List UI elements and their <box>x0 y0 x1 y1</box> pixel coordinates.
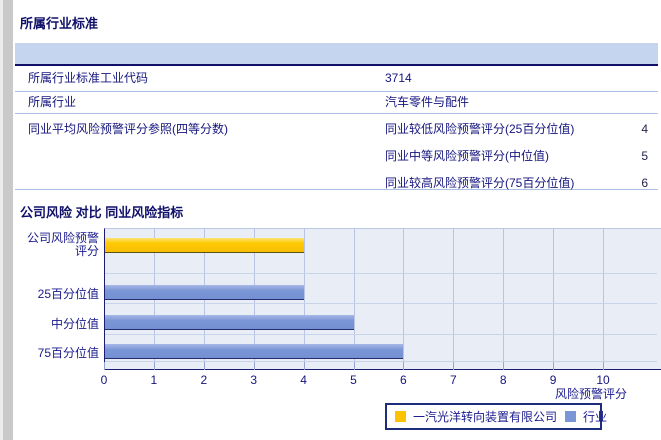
gridline <box>453 229 455 362</box>
x-tick-label: 0 <box>100 373 108 387</box>
legend-industry-label: 行业 <box>583 410 608 424</box>
axis-tick <box>303 362 305 370</box>
gridline <box>105 273 657 274</box>
risk-comparison-bar-chart: 公司风险预警评分 25百分位值 中分位值 75百分位值 风险预警评分 一汽光洋转… <box>0 0 661 440</box>
gridline <box>303 229 305 362</box>
gridline <box>553 229 555 362</box>
y-axis-label-median: 中分位值 <box>50 317 99 331</box>
chart-bar <box>105 285 304 300</box>
gridline <box>503 229 505 362</box>
x-tick-label: 7 <box>449 373 457 387</box>
legend-company-label: 一汽光洋转向装置有限公司 <box>413 410 558 424</box>
axis-tick <box>403 362 405 370</box>
axis-tick <box>153 362 155 370</box>
axis-tick <box>503 362 505 370</box>
x-tick-label: 8 <box>499 373 507 387</box>
chart-bar <box>105 238 304 253</box>
axis-tick <box>453 362 455 370</box>
axis-tick <box>253 362 255 370</box>
gridline <box>403 229 405 362</box>
gridline <box>603 229 604 362</box>
legend-company-swatch-icon <box>395 411 406 422</box>
gridline <box>105 361 657 362</box>
x-tick-label: 4 <box>300 373 307 387</box>
y-axis-label-company-score: 公司风险预警评分 <box>26 231 99 258</box>
gridline <box>105 334 657 335</box>
x-tick-label: 3 <box>250 373 258 387</box>
axis-tick <box>353 362 355 370</box>
gridline <box>353 229 355 362</box>
axis-tick <box>603 362 604 370</box>
x-tick-label: 1 <box>150 373 158 387</box>
chart-legend: 一汽光洋转向装置有限公司 行业 <box>385 403 607 430</box>
legend-industry-swatch-icon <box>565 411 577 422</box>
x-tick-label: 10 <box>596 373 610 387</box>
chart-bar <box>105 315 354 330</box>
axis-tick <box>104 362 105 370</box>
y-axis-label-75th: 75百分位值 <box>37 346 99 360</box>
axis-tick <box>203 362 205 370</box>
x-tick-label: 2 <box>200 373 208 387</box>
axis-tick <box>553 362 555 370</box>
gridline <box>105 303 657 304</box>
x-axis-title: 风险预警评分 <box>554 387 627 401</box>
x-tick-label: 5 <box>350 373 357 387</box>
x-tick-label: 6 <box>400 373 407 387</box>
x-tick-label: 9 <box>549 373 557 387</box>
chart-bar <box>105 344 404 359</box>
y-axis-label-25th: 25百分位值 <box>37 287 99 301</box>
